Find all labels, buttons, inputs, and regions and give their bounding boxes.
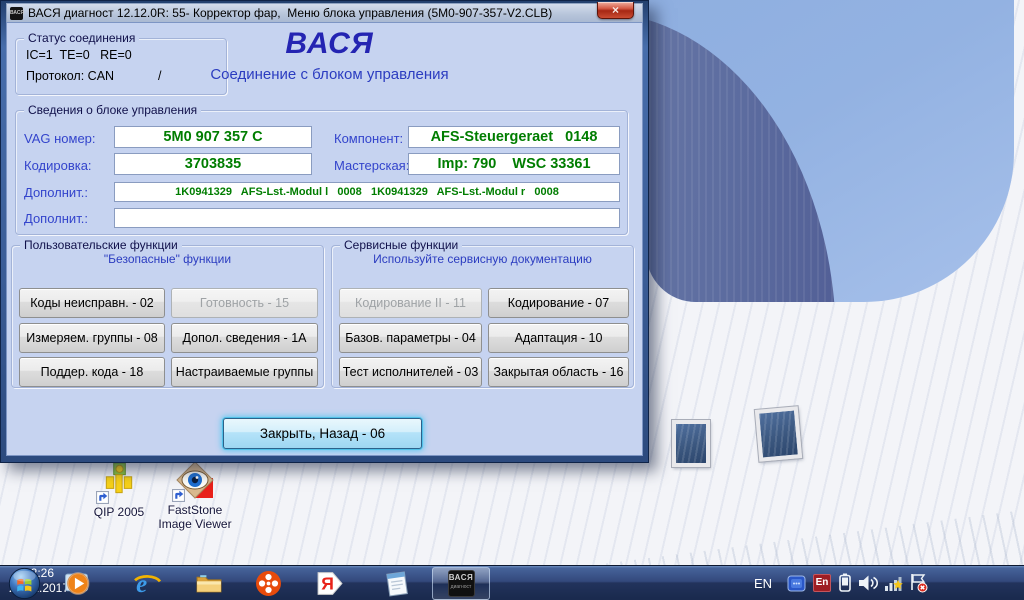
coding2-button[interactable]: Кодирование II - 11 [339,288,482,318]
internet-explorer-icon: e [134,571,162,598]
group-subtitle: Используйте сервисную документацию [373,252,592,266]
group-title: Статус соединения [24,31,140,45]
measuring-blocks-button[interactable]: Измеряем. группы - 08 [19,323,165,353]
taskbar-notepad[interactable] [383,570,410,600]
status-spinner: / [158,69,162,83]
folder-icon [196,575,222,593]
desktop-icon-faststone[interactable]: FastStone Image Viewer [150,460,240,531]
media-player-icon [65,572,90,595]
desktop-icon-qip[interactable]: QIP 2005 [86,462,152,519]
taskbar-yandex-browser[interactable]: Я [315,570,344,600]
group-title: Пользовательские функции [20,238,182,252]
fault-codes-button[interactable]: Коды неисправн. - 02 [19,288,165,318]
network-icon[interactable] [884,574,904,597]
app-icon: ВАСЯ [10,6,24,20]
close-back-button[interactable]: Закрыть, Назад - 06 [223,418,422,449]
window-title: ВАСЯ диагност 12.12.0R: 55- Корректор фа… [28,6,553,20]
connection-status-group: Статус соединения IC=1 TE=0 RE=0 Протоко… [15,31,227,95]
extra-info-label-2: Дополнит.: [24,211,88,226]
wallpaper-window-right [753,405,804,463]
battery-glyph [839,573,851,592]
coding-label: Кодировка: [24,158,92,173]
workshop-label: Мастерская: [334,158,410,173]
group-subtitle: "Безопасные" функции [103,252,232,266]
vasya-icon-text: ВАСЯ [448,573,474,582]
wallpaper-sky-opening [646,0,1014,302]
desktop-icon-label: FastStone Image Viewer [158,503,232,531]
controller-info-group: Сведения о блоке управления VAG номер: 5… [15,103,628,235]
dialog-client-area: Статус соединения IC=1 TE=0 RE=0 Протоко… [6,22,643,456]
battery-icon[interactable] [839,573,851,597]
coding-field[interactable]: 3703835 [114,153,312,175]
status-protocol: Протокол: CAN [26,69,115,83]
advanced-id-button[interactable]: Допол. сведения - 1A [171,323,318,353]
taskbar-file-explorer[interactable] [195,570,223,600]
group-title: Сведения о блоке управления [24,103,202,117]
notepad-icon [386,571,408,597]
basic-settings-button[interactable]: Базов. параметры - 04 [339,323,482,353]
group-title: Сервисные функции [340,238,463,252]
component-label: Компонент: [334,131,404,146]
app-brand-subtitle: Соединение с блоком управления [210,66,449,83]
start-button[interactable] [8,567,41,600]
action-center-flag-icon[interactable] [909,573,928,598]
taskbar-internet-explorer[interactable]: e [133,570,162,600]
adaptation-button[interactable]: Адаптация - 10 [488,323,629,353]
svg-text:e: e [136,571,147,597]
tray-blue-icon [787,575,806,592]
component-value: AFS-Steuergeraet 0148 [430,129,598,145]
taskbar-vasya-active-app[interactable]: ВАСЯ диагност [432,567,490,600]
speaker-glyph [859,575,878,591]
readiness-button[interactable]: Готовность - 15 [171,288,318,318]
tray-app-icon[interactable] [787,574,806,593]
extra-info-value-1: 1K0941329 AFS-Lst.-Modul l 0008 1K094132… [175,186,559,198]
network-bars-glyph [885,577,903,591]
language-indicator[interactable]: EN [754,576,772,591]
coding-value: 3703835 [184,156,242,172]
vasya-icon-subtext: диагност [450,584,472,590]
vcds-window: ВАСЯ ВАСЯ диагност 12.12.0R: 55- Коррект… [0,0,649,463]
user-functions-group: Пользовательские функции "Безопасные" фу… [11,238,324,388]
flag-glyph [911,574,928,593]
svg-text:Я: Я [321,574,334,594]
extra-info-label-1: Дополнит.: [24,185,88,200]
output-tests-button[interactable]: Тест исполнителей - 03 [339,357,482,387]
volume-icon[interactable] [858,574,880,597]
taskbar-media-player[interactable] [64,570,91,600]
taskbar-film-reel-app[interactable] [255,570,282,600]
coding-button[interactable]: Кодирование - 07 [488,288,629,318]
wallpaper-tower [646,12,836,302]
wallpaper-window-left [671,419,711,468]
windows-orb-icon [8,567,41,600]
taskbar: e Я ВАСЯ диагност EN En 22:26 [0,565,1024,600]
security-access-button[interactable]: Закрытая область - 16 [488,357,629,387]
status-counters: IC=1 TE=0 RE=0 [26,48,132,62]
vasya-app-icon: ВАСЯ диагност [447,570,475,597]
shortcut-arrow-icon [96,491,109,504]
supported-codes-button[interactable]: Поддер. кода - 18 [19,357,165,387]
custom-groups-button[interactable]: Настраиваемые группы [171,357,318,387]
extra-info-field-2[interactable] [114,208,620,228]
vag-number-value: 5M0 907 357 C [163,129,263,145]
app-brand-title: ВАСЯ [285,27,374,60]
workshop-field[interactable]: Imp: 790 WSC 33361 [408,153,620,175]
vag-number-field[interactable]: 5M0 907 357 C [114,126,312,148]
vag-number-label: VAG номер: [24,131,96,146]
film-reel-icon [256,571,281,596]
shortcut-arrow-icon [172,489,185,502]
desktop-icon-label: QIP 2005 [93,505,145,519]
close-button[interactable]: × [597,2,634,19]
component-field[interactable]: AFS-Steuergeraet 0148 [408,126,620,148]
workshop-value: Imp: 790 WSC 33361 [437,156,591,172]
yandex-icon: Я [317,572,343,595]
service-functions-group: Сервисные функции Используйте сервисную … [331,238,634,388]
extra-info-field-1[interactable]: 1K0941329 AFS-Lst.-Modul l 0008 1K094132… [114,182,620,202]
title-bar[interactable]: ВАСЯ ВАСЯ диагност 12.12.0R: 55- Коррект… [6,2,643,22]
punto-switcher-indicator[interactable]: En [813,574,831,592]
